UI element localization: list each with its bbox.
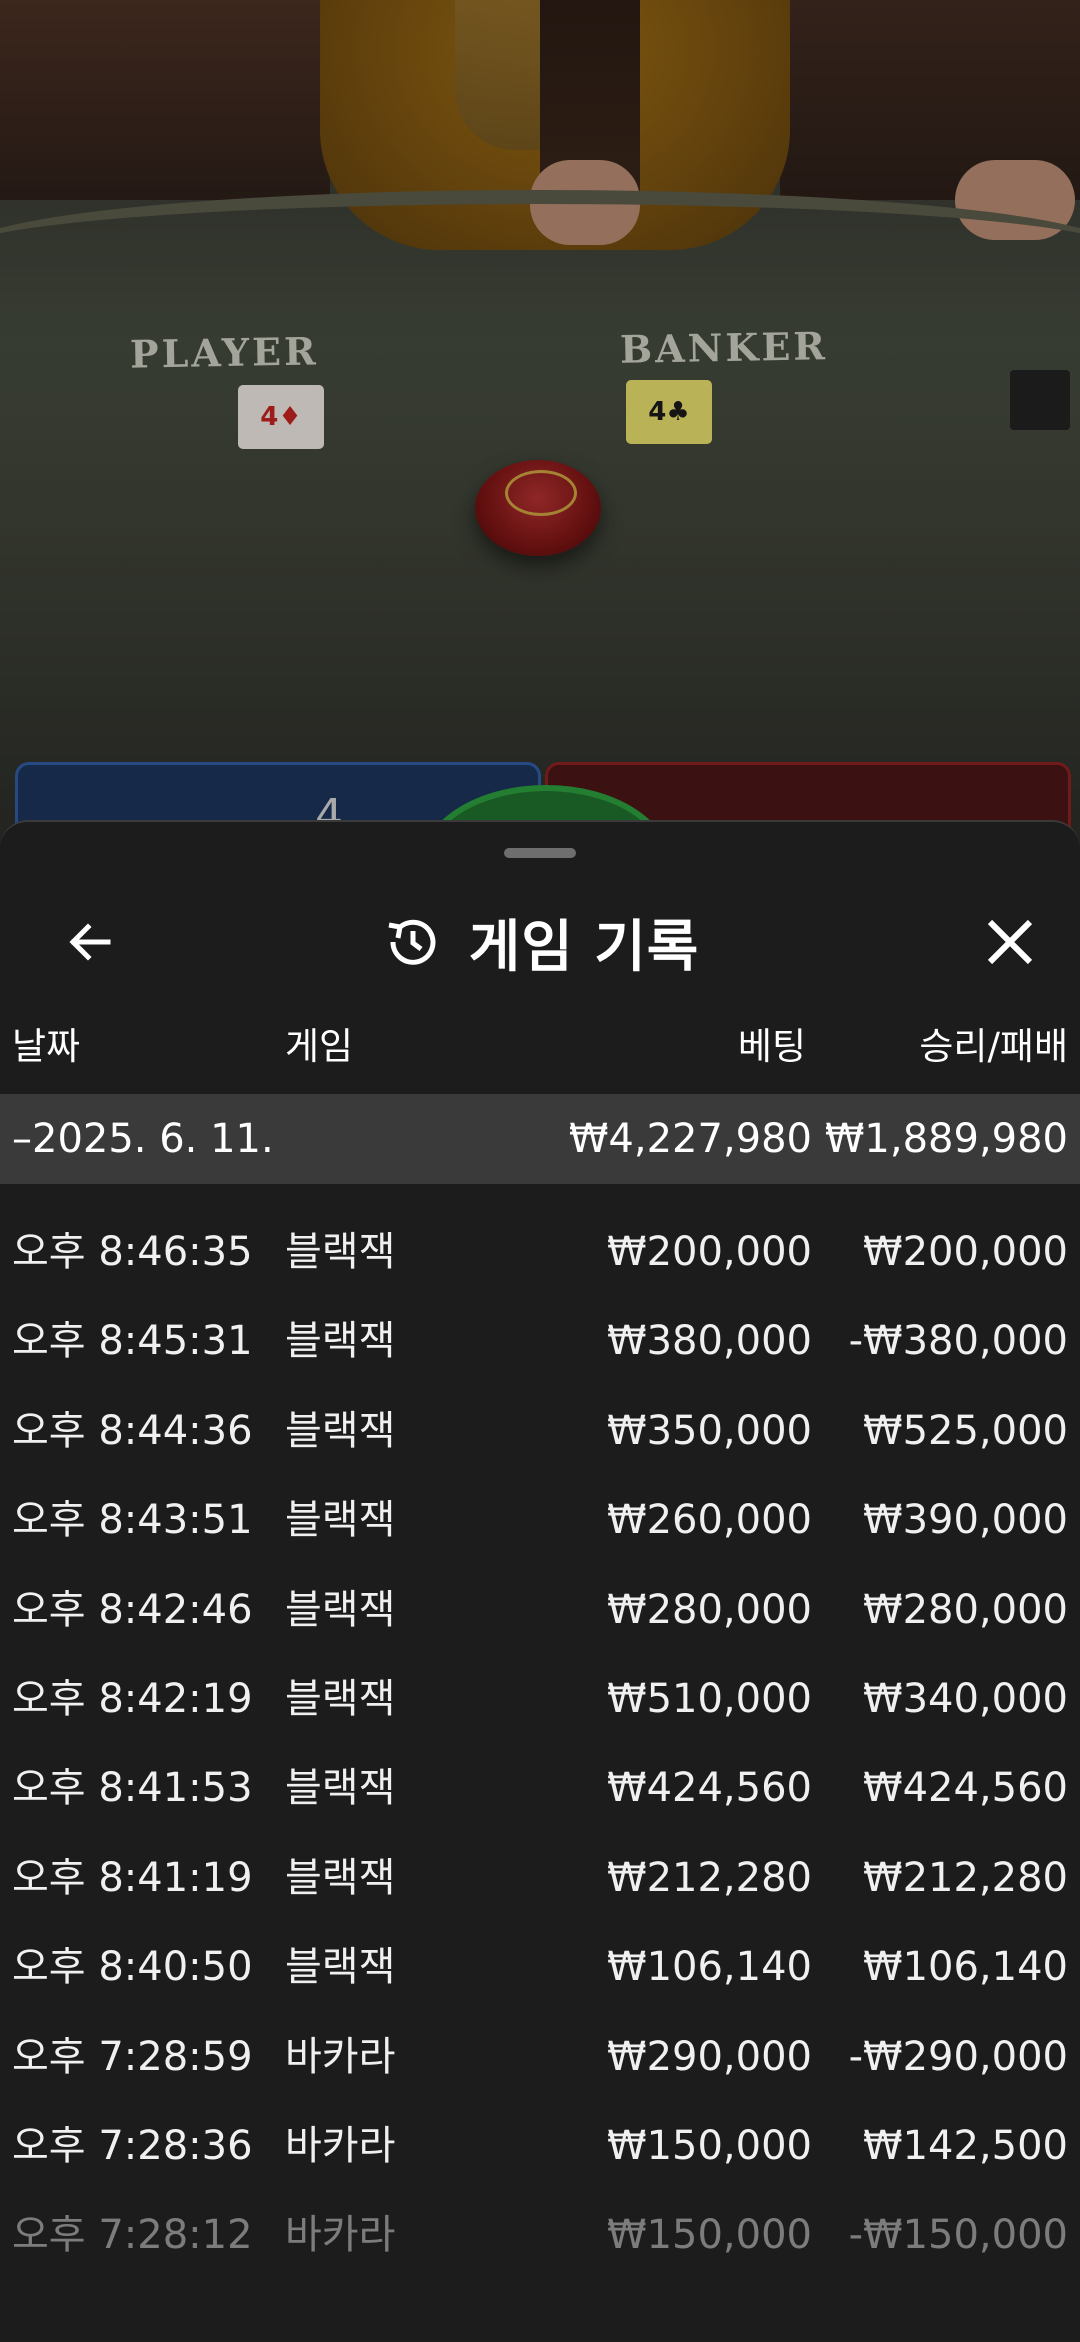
row-game: 블랙잭 — [285, 1854, 396, 1901]
date-summary-row[interactable]: –2025. 6. 11. ₩4,227,980 ₩1,889,980 — [0, 1094, 1080, 1184]
row-time: 오후 7:28:59 — [12, 2033, 253, 2080]
row-time: 오후 8:42:46 — [12, 1586, 253, 1633]
row-bet: ₩212,280 — [607, 1854, 812, 1901]
column-header-date: 날짜 — [12, 1025, 81, 1068]
table-row[interactable]: 오후 7:28:59 바카라 ₩290,000 -₩290,000 — [0, 2013, 1080, 2102]
row-game: 블랙잭 — [285, 1497, 396, 1544]
row-bet: ₩200,000 — [607, 1229, 812, 1275]
column-header-game: 게임 — [285, 1025, 354, 1068]
row-time: 오후 7:28:12 — [12, 2212, 253, 2259]
title-group: 게임 기록 — [0, 900, 1080, 984]
row-time: 오후 8:41:19 — [12, 1854, 253, 1901]
row-win-loss: ₩525,000 — [863, 1407, 1068, 1454]
row-game: 바카라 — [285, 2212, 396, 2259]
row-game: 블랙잭 — [285, 1944, 396, 1991]
row-win-loss: ₩340,000 — [863, 1675, 1068, 1722]
row-game: 바카라 — [285, 2033, 396, 2080]
table-row[interactable]: 오후 8:40:50 블랙잭 ₩106,140 ₩106,140 — [0, 1923, 1080, 2012]
live-video-background: PLAYER BANKER 4♦ 4♣ 4 — [0, 0, 1080, 860]
row-bet: ₩150,000 — [607, 2122, 812, 2169]
table-row[interactable]: 오후 8:41:53 블랙잭 ₩424,560 ₩424,560 — [0, 1744, 1080, 1833]
sheet-grabber[interactable] — [504, 848, 576, 858]
column-header-win-loss: 승리/패배 — [919, 1025, 1068, 1068]
row-win-loss: ₩142,500 — [863, 2122, 1068, 2169]
sheet-header: 게임 기록 — [0, 882, 1080, 1002]
row-win-loss: -₩290,000 — [848, 2033, 1068, 2080]
table-row[interactable]: 오후 7:28:12 바카라 ₩150,000 -₩150,000 — [0, 2191, 1080, 2280]
row-bet: ₩424,560 — [607, 1765, 812, 1812]
row-game: 바카라 — [285, 2122, 396, 2169]
row-bet: ₩380,000 — [607, 1318, 812, 1365]
close-icon — [987, 919, 1033, 965]
summary-bet-total: ₩4,227,980 — [568, 1116, 812, 1162]
history-list[interactable]: 오후 8:46:35 블랙잭 ₩200,000 ₩200,000 오후 8:45… — [0, 1184, 1080, 2281]
history-icon — [388, 919, 436, 965]
row-win-loss: -₩150,000 — [848, 2212, 1068, 2259]
row-game: 블랙잭 — [285, 1407, 396, 1454]
summary-win-loss-total: ₩1,889,980 — [824, 1116, 1068, 1162]
row-bet: ₩290,000 — [607, 2033, 812, 2080]
table-row[interactable]: 오후 8:43:51 블랙잭 ₩260,000 ₩390,000 — [0, 1476, 1080, 1565]
row-bet: ₩106,140 — [607, 1944, 812, 1991]
table-row[interactable]: 오후 8:44:36 블랙잭 ₩350,000 ₩525,000 — [0, 1387, 1080, 1476]
table-row[interactable]: 오후 8:41:19 블랙잭 ₩212,280 ₩212,280 — [0, 1834, 1080, 1923]
summary-date: –2025. 6. 11. — [12, 1116, 274, 1162]
page-title: 게임 기록 — [468, 914, 700, 980]
row-game: 블랙잭 — [285, 1586, 396, 1633]
table-row[interactable]: 오후 8:42:19 블랙잭 ₩510,000 ₩340,000 — [0, 1655, 1080, 1744]
row-time: 오후 8:43:51 — [12, 1497, 253, 1544]
row-game: 블랙잭 — [285, 1229, 396, 1275]
row-time: 오후 8:40:50 — [12, 1944, 253, 1991]
row-win-loss: -₩380,000 — [848, 1318, 1068, 1365]
row-bet: ₩260,000 — [607, 1497, 812, 1544]
row-win-loss: ₩280,000 — [863, 1586, 1068, 1633]
row-game: 블랙잭 — [285, 1318, 396, 1365]
row-game: 블랙잭 — [285, 1765, 396, 1812]
row-win-loss: ₩212,280 — [863, 1854, 1068, 1901]
row-bet: ₩350,000 — [607, 1407, 812, 1454]
row-bet: ₩280,000 — [607, 1586, 812, 1633]
scene-dim-overlay — [0, 0, 1080, 860]
row-bet: ₩150,000 — [607, 2212, 812, 2259]
column-header-bet: 베팅 — [737, 1025, 806, 1068]
row-time: 오후 8:44:36 — [12, 1407, 253, 1454]
table-row[interactable]: 오후 8:42:46 블랙잭 ₩280,000 ₩280,000 — [0, 1566, 1080, 1655]
row-game: 블랙잭 — [285, 1675, 396, 1722]
row-time: 오후 8:41:53 — [12, 1765, 253, 1812]
row-win-loss: ₩106,140 — [863, 1944, 1068, 1991]
row-time: 오후 8:45:31 — [12, 1318, 253, 1365]
table-row[interactable]: 오후 8:46:35 블랙잭 ₩200,000 ₩200,000 — [0, 1208, 1080, 1297]
row-win-loss: ₩390,000 — [863, 1497, 1068, 1544]
table-row[interactable]: 오후 7:28:36 바카라 ₩150,000 ₩142,500 — [0, 2102, 1080, 2191]
row-time: 오후 8:42:19 — [12, 1675, 253, 1722]
row-win-loss: ₩424,560 — [863, 1765, 1068, 1812]
row-time: 오후 8:46:35 — [12, 1229, 253, 1275]
row-bet: ₩510,000 — [607, 1675, 812, 1722]
table-row[interactable]: 오후 8:45:31 블랙잭 ₩380,000 -₩380,000 — [0, 1297, 1080, 1386]
game-history-sheet: 게임 기록 날짜 게임 베팅 승리/패배 –2025. 6. 11. ₩4,22… — [0, 820, 1080, 2342]
row-win-loss: ₩200,000 — [863, 1229, 1068, 1275]
close-button[interactable] — [970, 902, 1050, 982]
row-time: 오후 7:28:36 — [12, 2122, 253, 2169]
